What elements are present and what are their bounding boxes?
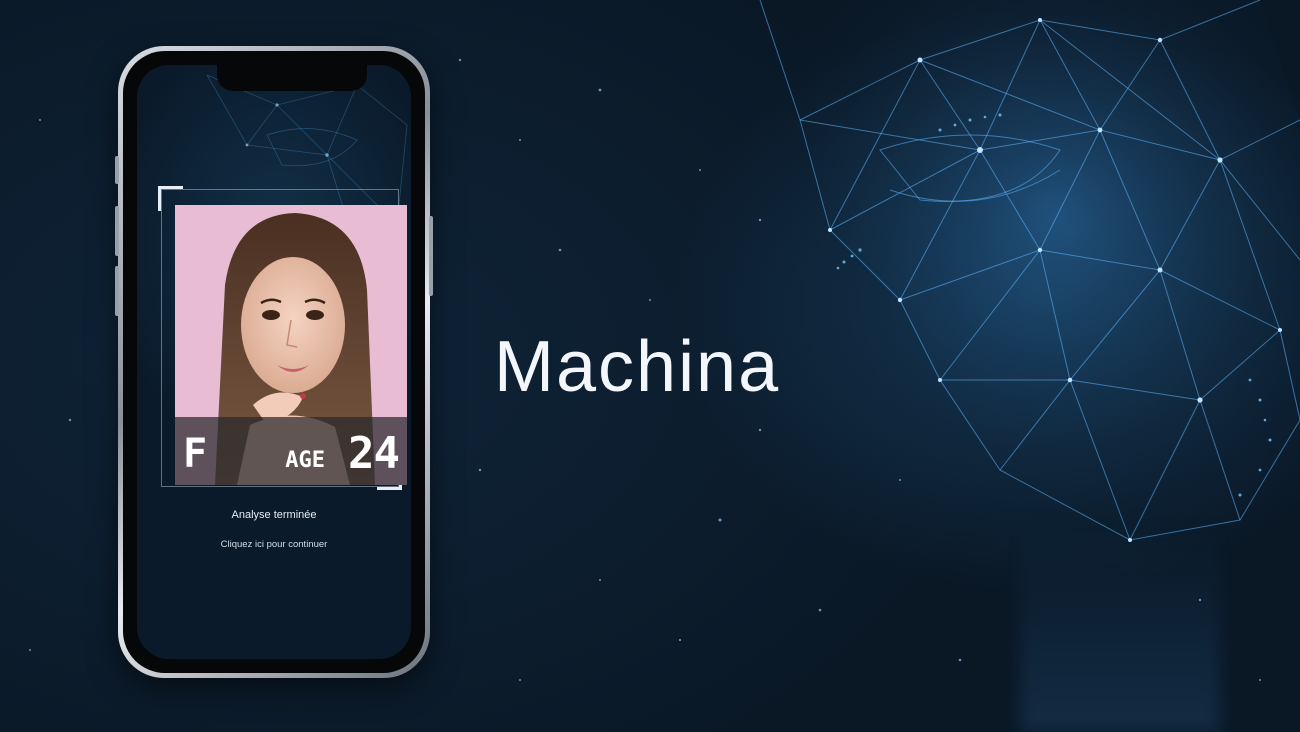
face-mesh-illustration [759, 0, 1300, 542]
age-value: 24 [348, 428, 400, 479]
gender-result: F [183, 431, 209, 477]
analysis-result-bar: F AGE 24 [175, 417, 407, 485]
continue-link[interactable]: Cliquez ici pour continuer [137, 539, 411, 550]
phone-notch [217, 65, 367, 91]
phone-bezel: F AGE 24 Analyse terminée Cliquez ici po… [123, 51, 425, 673]
age-label: AGE [285, 448, 325, 473]
phone-screen: F AGE 24 Analyse terminée Cliquez ici po… [137, 65, 411, 659]
portrait-photo: F AGE 24 [175, 205, 407, 485]
phone-power-button [429, 216, 433, 296]
promo-stage: F AGE 24 Analyse terminée Cliquez ici po… [0, 0, 1300, 732]
phone-mute-switch [115, 156, 119, 184]
phone-mockup: F AGE 24 Analyse terminée Cliquez ici po… [115, 46, 433, 678]
analysis-status-text: Analyse terminée [231, 509, 317, 521]
brand-title: Machina [494, 327, 781, 407]
phone-volume-down [115, 266, 119, 316]
phone-volume-up [115, 206, 119, 256]
